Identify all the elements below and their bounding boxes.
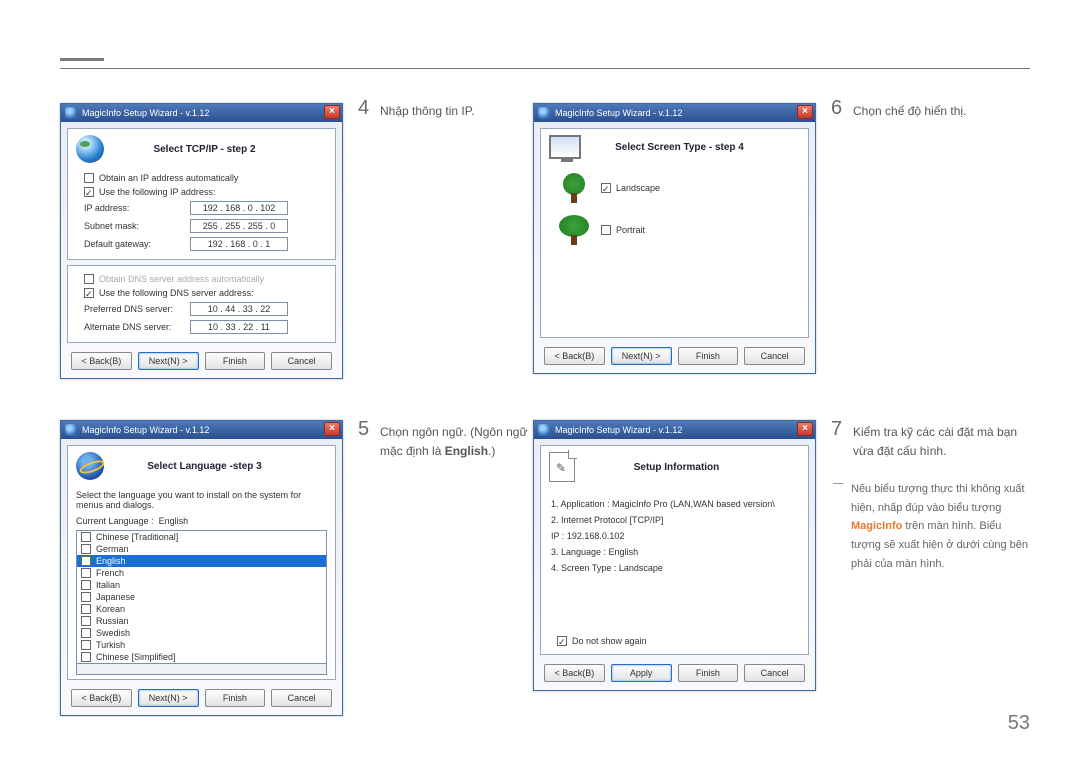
language-item[interactable]: Swedish <box>77 627 326 639</box>
step-5-text: Chọn ngôn ngữ. (Ngôn ngữ mặc định là Eng… <box>380 423 528 461</box>
language-item[interactable]: Russian <box>77 615 326 627</box>
gateway-field[interactable]: 192 . 168 . 0 . 1 <box>190 237 288 251</box>
back-button[interactable]: < Back(B) <box>544 347 605 365</box>
language-hint: Select the language you want to install … <box>76 488 327 514</box>
cancel-button[interactable]: Cancel <box>744 347 805 365</box>
scrollbar-horizontal[interactable] <box>76 663 327 675</box>
cancel-button[interactable]: Cancel <box>271 352 332 370</box>
wizard-titlebar[interactable]: MagicInfo Setup Wizard - v.1.12 × <box>61 104 342 122</box>
setup-info-list: 1. Application : MagicInfo Pro (LAN,WAN … <box>549 490 800 582</box>
language-item[interactable]: Korean <box>77 603 326 615</box>
header-rule-accent <box>60 58 104 61</box>
alternate-dns-field[interactable]: 10 . 33 . 22 . 11 <box>190 320 288 334</box>
cancel-button[interactable]: Cancel <box>744 664 805 682</box>
wizard-title-text: MagicInfo Setup Wizard - v.1.12 <box>82 108 209 118</box>
finish-button[interactable]: Finish <box>678 347 739 365</box>
back-button[interactable]: < Back(B) <box>71 352 132 370</box>
app-icon <box>65 107 77 119</box>
app-icon <box>65 424 77 436</box>
language-item[interactable]: Chinese [Traditional] <box>77 531 326 543</box>
language-item[interactable]: French <box>77 567 326 579</box>
document-icon <box>549 452 575 482</box>
tree-landscape-icon <box>557 173 591 203</box>
cancel-button[interactable]: Cancel <box>271 689 332 707</box>
checkbox-landscape[interactable]: ✓ <box>601 183 611 193</box>
header-rule <box>60 68 1030 69</box>
subnet-mask-field[interactable]: 255 . 255 . 255 . 0 <box>190 219 288 233</box>
language-item[interactable]: Chinese [Simplified] <box>77 651 326 663</box>
back-button[interactable]: < Back(B) <box>71 689 132 707</box>
close-icon[interactable]: × <box>324 422 340 436</box>
apply-button[interactable]: Apply <box>611 664 672 682</box>
monitor-icon <box>549 135 581 159</box>
next-button[interactable]: Next(N) > <box>611 347 672 365</box>
language-list[interactable]: Chinese [Traditional]GermanEnglishFrench… <box>76 530 327 664</box>
close-icon[interactable]: × <box>324 105 340 119</box>
wizard-screentype: MagicInfo Setup Wizard - v.1.12 × Select… <box>533 103 816 374</box>
language-item[interactable]: Japanese <box>77 591 326 603</box>
step-4-text: Nhập thông tin IP. <box>380 102 475 121</box>
section-title: Select Screen Type - step 4 <box>589 142 800 153</box>
step-7-text: Kiểm tra kỹ các cài đặt mà bạn vừa đặt c… <box>853 423 1033 461</box>
wizard-tcpip: MagicInfo Setup Wizard - v.1.12 × Select… <box>60 103 343 379</box>
next-button[interactable]: Next(N) > <box>138 352 199 370</box>
checkbox-obtain-dns-auto <box>84 274 94 284</box>
back-button[interactable]: < Back(B) <box>544 664 605 682</box>
step-6-number: 6 <box>831 97 842 120</box>
checkbox-use-following-dns[interactable]: ✓ <box>84 288 94 298</box>
step-4-number: 4 <box>358 97 369 120</box>
finish-button[interactable]: Finish <box>678 664 739 682</box>
step-5-number: 5 <box>358 418 369 441</box>
checkbox-do-not-show[interactable]: ✓ <box>557 636 567 646</box>
section-title: Select Language -step 3 <box>112 461 327 472</box>
finish-button[interactable]: Finish <box>205 352 266 370</box>
finish-button[interactable]: Finish <box>205 689 266 707</box>
close-icon[interactable]: × <box>797 105 813 119</box>
globe-icon <box>76 135 104 163</box>
step-7-number: 7 <box>831 418 842 441</box>
wizard-setupinfo: MagicInfo Setup Wizard - v.1.12 × Setup … <box>533 420 816 691</box>
language-item[interactable]: Turkish <box>77 639 326 651</box>
tree-portrait-icon <box>557 215 591 245</box>
language-item[interactable]: German <box>77 543 326 555</box>
page-number: 53 <box>1008 712 1030 735</box>
app-icon <box>538 424 550 436</box>
wizard-titlebar[interactable]: MagicInfo Setup Wizard - v.1.12 × <box>534 104 815 122</box>
close-icon[interactable]: × <box>797 422 813 436</box>
checkbox-portrait[interactable] <box>601 225 611 235</box>
language-item[interactable]: English <box>77 555 326 567</box>
checkbox-use-following[interactable]: ✓ <box>84 187 94 197</box>
section-title: Setup Information <box>583 462 800 473</box>
wizard-titlebar[interactable]: MagicInfo Setup Wizard - v.1.12 × <box>534 421 815 439</box>
checkbox-obtain-auto[interactable] <box>84 173 94 183</box>
globe-icon <box>76 452 104 480</box>
wizard-language: MagicInfo Setup Wizard - v.1.12 × Select… <box>60 420 343 716</box>
next-button[interactable]: Next(N) > <box>138 689 199 707</box>
step-6-text: Chọn chế độ hiển thị. <box>853 102 966 121</box>
note-text: Nếu biểu tượng thực thi không xuất hiện,… <box>851 480 1028 573</box>
preferred-dns-field[interactable]: 10 . 44 . 33 . 22 <box>190 302 288 316</box>
app-icon <box>538 107 550 119</box>
section-title: Select TCP/IP - step 2 <box>112 144 327 155</box>
language-item[interactable]: Italian <box>77 579 326 591</box>
ip-address-field[interactable]: 192 . 168 . 0 . 102 <box>190 201 288 215</box>
wizard-titlebar[interactable]: MagicInfo Setup Wizard - v.1.12 × <box>61 421 342 439</box>
